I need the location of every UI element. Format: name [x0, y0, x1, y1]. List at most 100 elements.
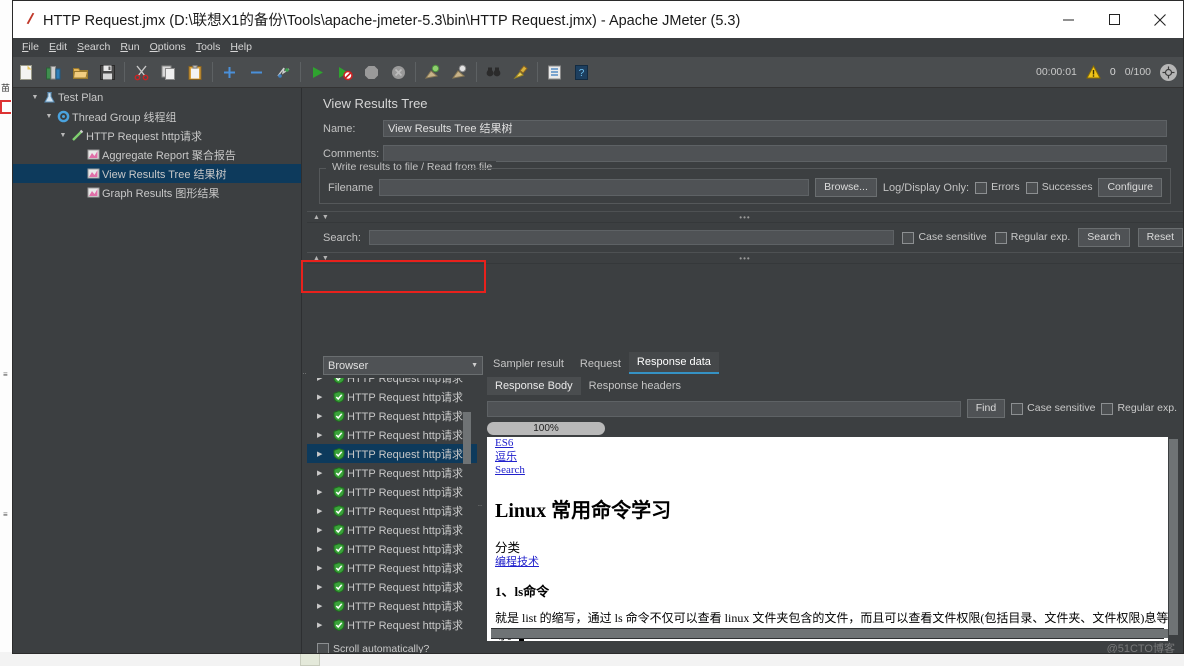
errors-checkbox[interactable]: Errors	[975, 181, 1020, 194]
twisty-icon[interactable]: ▶	[317, 602, 330, 610]
menu-item-file[interactable]: File	[17, 40, 44, 54]
twisty-icon[interactable]: ▶	[317, 545, 330, 553]
result-list-item[interactable]: ▶HTTP Request http请求	[307, 520, 477, 539]
successes-checkbox-box[interactable]	[1025, 181, 1038, 194]
results-scrollbar[interactable]	[463, 382, 471, 629]
errors-checkbox-box[interactable]	[975, 181, 988, 194]
twisty-icon[interactable]: ▶	[317, 412, 330, 420]
result-list-item[interactable]: ▶HTTP Request http请求	[307, 634, 477, 637]
remote-engines-icon[interactable]	[1160, 63, 1177, 81]
search-case-sensitive-checkbox[interactable]: Case sensitive	[902, 231, 987, 244]
result-list-item[interactable]: ▶HTTP Request http请求	[307, 501, 477, 520]
browse-button[interactable]: Browse...	[815, 178, 877, 197]
tree-node-http-request[interactable]: ▼ HTTP Request http请求	[13, 126, 301, 145]
minimize-button[interactable]	[1045, 1, 1091, 38]
search-case-sensitive-box[interactable]	[902, 231, 915, 244]
tree-node-test-plan[interactable]: ▼ Test Plan	[13, 88, 301, 107]
lower-splitter[interactable]: ▲▼ •••	[307, 252, 1183, 264]
new-icon[interactable]	[13, 59, 40, 85]
twisty-icon[interactable]: ▼	[57, 132, 69, 139]
find-regex-checkbox[interactable]: Regular exp.	[1101, 402, 1177, 415]
copy-icon[interactable]	[155, 59, 182, 85]
twisty-icon[interactable]: ▶	[317, 621, 330, 629]
twisty-icon[interactable]: ▶	[317, 450, 330, 458]
tree-node-thread-group[interactable]: ▼ Thread Group 线程组	[13, 107, 301, 126]
start-icon[interactable]	[304, 59, 331, 85]
render-vertical-scrollbar[interactable]	[1168, 437, 1179, 641]
result-list-item[interactable]: ▶HTTP Request http请求	[307, 596, 477, 615]
result-list-item[interactable]: ▶HTTP Request http请求	[307, 539, 477, 558]
search-icon[interactable]	[480, 59, 507, 85]
zoom-level-slider[interactable]: 100%	[487, 422, 605, 435]
shutdown-icon[interactable]	[385, 59, 412, 85]
chevron-down-icon[interactable]: ▼	[471, 362, 478, 369]
tab-request[interactable]: Request	[572, 354, 629, 374]
twisty-icon[interactable]: ▶	[317, 564, 330, 572]
close-button[interactable]	[1137, 1, 1183, 38]
save-icon[interactable]	[94, 59, 121, 85]
menu-item-help[interactable]: Help	[225, 40, 257, 54]
search-input[interactable]	[368, 230, 895, 245]
find-case-sensitive-checkbox[interactable]: Case sensitive	[1011, 402, 1095, 415]
twisty-icon[interactable]: ▶	[317, 583, 330, 591]
splitter-arrows-icon[interactable]: ▲▼	[313, 255, 331, 262]
expand-icon[interactable]	[216, 59, 243, 85]
twisty-icon[interactable]: ▶	[317, 431, 330, 439]
toggle-icon[interactable]	[270, 59, 297, 85]
tab-response-data[interactable]: Response data	[628, 352, 719, 374]
configure-button[interactable]: Configure	[1098, 178, 1162, 197]
filename-input[interactable]	[379, 179, 810, 196]
comments-input[interactable]	[383, 145, 1167, 162]
render-hscroll-thumb[interactable]	[491, 629, 1179, 638]
warning-triangle-icon[interactable]	[1086, 65, 1101, 79]
results-scrollbar-thumb[interactable]	[463, 412, 471, 464]
search-regex-box[interactable]	[994, 231, 1007, 244]
menu-item-edit[interactable]: Edit	[44, 40, 72, 54]
tree-node-view-results-tree[interactable]: View Results Tree 结果树	[13, 164, 301, 183]
splitter-arrows-icon[interactable]: ▲▼	[313, 214, 331, 221]
menu-item-tools[interactable]: Tools	[191, 40, 226, 54]
search-regex-checkbox[interactable]: Regular exp.	[994, 231, 1070, 244]
find-button[interactable]: Find	[966, 399, 1006, 418]
successes-checkbox[interactable]: Successes	[1025, 181, 1092, 194]
clear-all-icon[interactable]	[446, 59, 473, 85]
twisty-icon[interactable]: ▶	[317, 469, 330, 477]
twisty-icon[interactable]: ▶	[317, 526, 330, 534]
menu-item-run[interactable]: Run	[115, 40, 144, 54]
twisty-icon[interactable]: ▼	[43, 113, 55, 120]
result-list-item[interactable]: ▶HTTP Request http请求	[307, 406, 477, 425]
paste-icon[interactable]	[182, 59, 209, 85]
render-horizontal-scrollbar[interactable]	[491, 628, 1179, 639]
scroll-automatically-box[interactable]	[317, 643, 329, 653]
twisty-icon[interactable]: ▼	[29, 94, 41, 101]
scroll-automatically-checkbox[interactable]: Scroll automatically?	[317, 643, 429, 653]
maximize-button[interactable]	[1091, 1, 1137, 38]
find-case-sensitive-box[interactable]	[1011, 402, 1024, 415]
result-list-item[interactable]: ▶HTTP Request http请求	[307, 387, 477, 406]
reset-button[interactable]: Reset	[1137, 228, 1183, 247]
find-input[interactable]	[487, 400, 961, 417]
templates-icon[interactable]	[40, 59, 67, 85]
twisty-icon[interactable]: ▶	[317, 393, 330, 401]
result-list-item[interactable]: ▶HTTP Request http请求	[307, 444, 477, 463]
stop-icon[interactable]	[358, 59, 385, 85]
tab-sampler-result[interactable]: Sampler result	[485, 354, 572, 374]
link-search[interactable]: Search	[495, 464, 1171, 478]
twisty-icon[interactable]: ▶	[317, 507, 330, 515]
subtab-response-body[interactable]: Response Body	[487, 377, 581, 395]
clear-icon[interactable]	[419, 59, 446, 85]
renderer-select[interactable]: Browser ▼	[323, 356, 483, 375]
result-list-item[interactable]: ▶HTTP Request http请求	[307, 463, 477, 482]
open-icon[interactable]	[67, 59, 94, 85]
subtab-response-headers[interactable]: Response headers	[581, 377, 689, 395]
category-link[interactable]: 编程技术	[495, 556, 1171, 570]
find-regex-box[interactable]	[1101, 402, 1114, 415]
start-no-pauses-icon[interactable]	[331, 59, 358, 85]
link-doule[interactable]: 逗乐	[495, 451, 1171, 465]
twisty-icon[interactable]: ▶	[317, 488, 330, 496]
cut-icon[interactable]	[128, 59, 155, 85]
search-reset-icon[interactable]	[507, 59, 534, 85]
tree-node-graph-results[interactable]: Graph Results 图形结果	[13, 183, 301, 202]
result-list-item[interactable]: ▶HTTP Request http请求	[307, 615, 477, 634]
link-es6[interactable]: ES6	[495, 437, 1171, 451]
